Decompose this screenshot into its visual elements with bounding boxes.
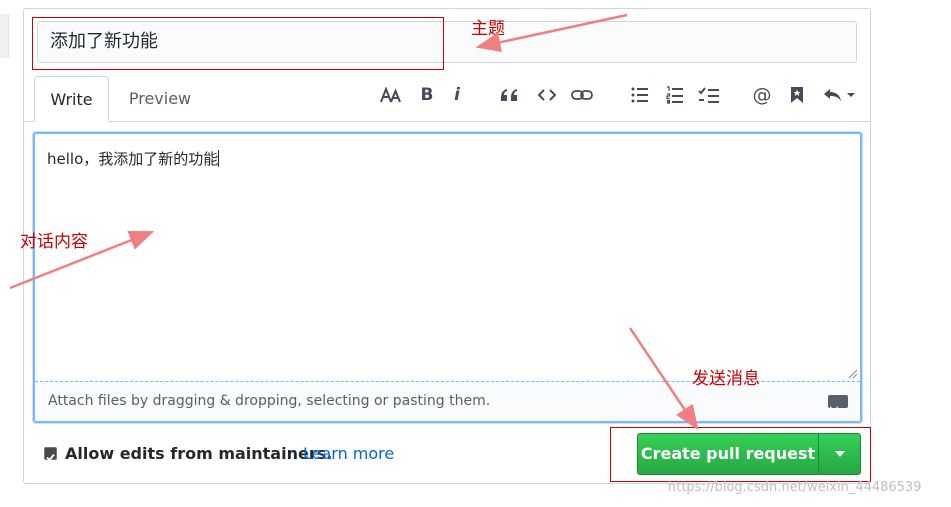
create-pull-request-button[interactable]: Create pull request <box>637 433 819 475</box>
avatar-edge <box>0 14 9 58</box>
attach-hint: Attach files by dragging & dropping, sel… <box>48 393 491 409</box>
bullet-list-icon[interactable] <box>628 80 652 110</box>
resize-grip-icon[interactable] <box>848 369 858 379</box>
watermark: https://blog.csdn.net/weixin_44486539 <box>668 480 922 495</box>
title-input[interactable]: 添加了新功能 <box>37 21 857 63</box>
text-size-icon[interactable] <box>379 80 403 110</box>
annotation-subject: 主题 <box>471 19 505 39</box>
allow-edits-label: Allow edits from maintainers. <box>65 444 333 463</box>
bookmark-icon[interactable] <box>785 80 809 110</box>
task-list-icon[interactable] <box>697 80 721 110</box>
mention-icon[interactable]: @ <box>750 80 774 110</box>
tabs-divider <box>24 121 870 122</box>
code-icon[interactable] <box>535 80 559 110</box>
bold-icon[interactable]: B <box>415 80 439 110</box>
tab-preview[interactable]: Preview <box>118 76 202 122</box>
create-pr-dropdown-button[interactable] <box>818 433 861 475</box>
link-icon[interactable] <box>570 80 594 110</box>
reply-icon[interactable] <box>822 80 858 110</box>
italic-icon[interactable]: i <box>445 80 469 110</box>
numbered-list-icon[interactable] <box>663 80 687 110</box>
caret-down-icon <box>834 451 845 457</box>
markdown-icon[interactable] <box>828 395 848 416</box>
tab-write[interactable]: Write <box>34 76 109 122</box>
comment-text: hello，我添加了新的功能 <box>47 150 220 168</box>
quote-icon[interactable] <box>497 80 521 110</box>
learn-more-link[interactable]: Learn more <box>303 444 394 463</box>
allow-edits-checkbox[interactable] <box>44 447 57 462</box>
annotation-send: 发送消息 <box>692 369 760 389</box>
annotation-content: 对话内容 <box>20 232 88 252</box>
